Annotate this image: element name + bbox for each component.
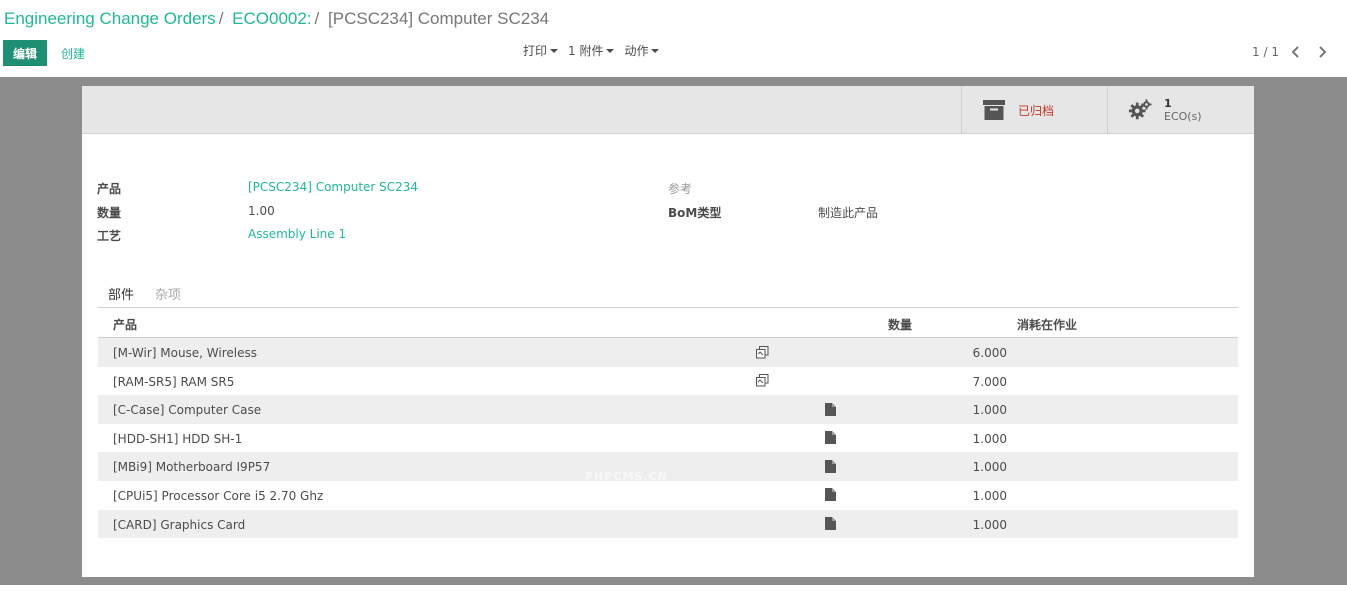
components-table: 产品 数量 消耗在作业 [M-Wir] Mouse, Wireless 6.000… xyxy=(98,308,1238,539)
attachments-label: 1 附件 xyxy=(568,44,604,58)
table-row[interactable]: [MBi9] Motherboard I9P57 1.000 xyxy=(98,452,1238,481)
attachments-dropdown[interactable]: 1 附件 xyxy=(568,42,615,59)
form-sheet: 已归档 1 ECO(s) 产品 [PCSC234] Computer SC234… xyxy=(82,86,1254,577)
pager-previous-button[interactable] xyxy=(1287,44,1305,60)
product-label: 产品 xyxy=(97,182,122,196)
eco-count-button[interactable]: 1 ECO(s) xyxy=(1107,86,1254,134)
create-button[interactable]: 创建 xyxy=(61,45,85,62)
row-quantity: 6.000 xyxy=(972,346,1007,360)
eco-count-unit: ECO(s) xyxy=(1164,110,1202,123)
print-dropdown[interactable]: 打印 xyxy=(523,42,559,59)
row-product: [CPUi5] Processor Core i5 2.70 Ghz xyxy=(113,488,324,503)
table-row[interactable]: [HDD-SH1] HDD SH-1 1.000 xyxy=(98,424,1238,453)
breadcrumb-separator: / xyxy=(218,9,224,28)
table-row[interactable]: [RAM-SR5] RAM SR5 7.000 xyxy=(98,367,1238,396)
table-row[interactable]: [C-Case] Computer Case 1.000 xyxy=(98,395,1238,424)
table-row[interactable]: [CPUi5] Processor Core i5 2.70 Ghz 1.000 xyxy=(98,481,1238,510)
caret-down-icon xyxy=(651,49,660,53)
column-header-product[interactable]: 产品 xyxy=(113,316,137,333)
eco-count-text: 1 ECO(s) xyxy=(1164,97,1202,123)
file-icon[interactable] xyxy=(823,517,837,531)
row-quantity: 1.000 xyxy=(972,517,1007,532)
file-icon[interactable] xyxy=(823,402,837,416)
row-quantity: 1.000 xyxy=(972,403,1007,418)
pager-next-button[interactable] xyxy=(1313,44,1331,60)
table-row[interactable]: [M-Wir] Mouse, Wireless 6.000 xyxy=(98,338,1238,367)
row-product: [RAM-SR5] RAM SR5 xyxy=(113,374,235,389)
pager-value[interactable]: 1 / 1 xyxy=(1252,45,1279,59)
chevron-right-icon xyxy=(1319,46,1327,58)
bottom-strip xyxy=(0,585,1347,599)
pager: 1 / 1 xyxy=(1252,44,1331,60)
breadcrumb-eco-list[interactable]: Engineering Change Orders xyxy=(4,9,216,28)
file-icon[interactable] xyxy=(823,459,837,473)
file-icon[interactable] xyxy=(823,488,837,502)
edit-button[interactable]: 编辑 xyxy=(3,40,47,66)
chevron-left-icon xyxy=(1291,46,1299,58)
action-label: 动作 xyxy=(624,44,649,58)
column-header-quantity[interactable]: 数量 xyxy=(888,316,912,333)
print-label: 打印 xyxy=(523,44,548,58)
row-product: [C-Case] Computer Case xyxy=(113,403,262,418)
routing-link[interactable]: Assembly Line 1 xyxy=(248,227,346,241)
control-panel: Engineering Change Orders / ECO0002: / [PC… xyxy=(0,0,1347,77)
tab-misc[interactable]: 杂项 xyxy=(155,284,181,303)
row-product: [MBi9] Motherboard I9P57 xyxy=(113,460,271,475)
caret-down-icon xyxy=(606,49,615,53)
content-area: 已归档 1 ECO(s) 产品 [PCSC234] Computer SC234… xyxy=(0,77,1347,599)
notebook-tabs: 部件 杂项 xyxy=(98,282,1238,312)
row-product: [HDD-SH1] HDD SH-1 xyxy=(113,431,243,446)
action-dropdown[interactable]: 动作 xyxy=(624,42,660,59)
archive-status-label: 已归档 xyxy=(1018,103,1055,118)
eco-count-value: 1 xyxy=(1164,97,1172,110)
watermark-text: PHPCMS.CN xyxy=(585,470,668,483)
breadcrumb-current: [PCSC234] Computer SC234 xyxy=(328,9,550,28)
row-quantity: 7.000 xyxy=(972,374,1007,389)
row-quantity: 1.000 xyxy=(972,488,1007,503)
breadcrumb: Engineering Change Orders / ECO0002: / [PC… xyxy=(4,9,549,29)
smart-button-box: 已归档 1 ECO(s) xyxy=(82,86,1254,134)
row-quantity: 1.000 xyxy=(972,460,1007,475)
routing-label: 工艺 xyxy=(97,229,122,243)
archive-toggle-button[interactable]: 已归档 xyxy=(961,86,1107,134)
table-body: [M-Wir] Mouse, Wireless 6.000 [RAM-SR5] RA… xyxy=(98,338,1238,539)
copy-icon[interactable] xyxy=(755,345,769,359)
bom-type-label: BoM类型 xyxy=(668,206,722,220)
copy-icon[interactable] xyxy=(755,374,769,388)
table-row[interactable]: [CARD] Graphics Card 1.000 xyxy=(98,509,1238,539)
breadcrumb-separator: / xyxy=(314,9,320,28)
row-product: [CARD] Graphics Card xyxy=(113,517,246,532)
archive-icon xyxy=(982,98,1006,122)
breadcrumb-eco-record[interactable]: ECO0002: xyxy=(232,9,311,28)
tab-components[interactable]: 部件 xyxy=(103,284,139,312)
quantity-label: 数量 xyxy=(97,206,122,220)
file-icon[interactable] xyxy=(823,431,837,445)
row-quantity: 1.000 xyxy=(972,431,1007,446)
sidebar-actions: 打印 1 附件 动作 xyxy=(523,42,660,59)
quantity-value: 1.00 xyxy=(248,204,275,218)
bom-type-value: 制造此产品 xyxy=(818,206,879,220)
row-product: [M-Wir] Mouse, Wireless xyxy=(113,346,258,360)
table-header: 产品 数量 消耗在作业 xyxy=(98,308,1238,338)
product-link[interactable]: [PCSC234] Computer SC234 xyxy=(248,180,418,194)
gears-icon xyxy=(1128,98,1152,122)
caret-down-icon xyxy=(550,49,559,53)
reference-label: 参考 xyxy=(668,182,693,196)
column-header-consumed-in[interactable]: 消耗在作业 xyxy=(1017,316,1077,333)
